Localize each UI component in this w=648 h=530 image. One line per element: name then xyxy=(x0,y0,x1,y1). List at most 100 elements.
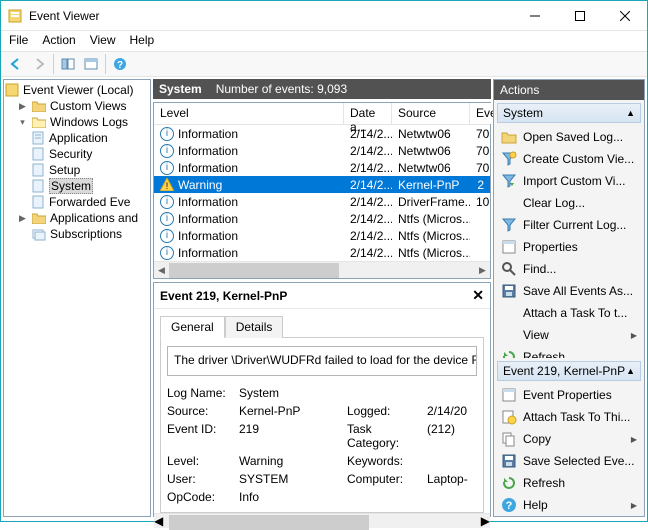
minimize-button[interactable] xyxy=(512,1,557,30)
col-source[interactable]: Source xyxy=(392,103,470,124)
grid-hscroll[interactable]: ◀ ▶ xyxy=(154,261,490,278)
collapse-icon[interactable]: ▲ xyxy=(626,366,635,376)
scroll-right-icon[interactable]: ▶ xyxy=(475,265,490,276)
action-filter-current-log[interactable]: Filter Current Log... xyxy=(496,214,642,236)
table-row[interactable]: iInformation2/14/2...Ntfs (Micros... xyxy=(154,210,490,227)
row-level: Warning xyxy=(178,178,222,192)
help-button[interactable]: ? xyxy=(109,53,131,75)
scroll-thumb[interactable] xyxy=(169,263,339,278)
actions-section-system[interactable]: System ▲ xyxy=(497,103,641,123)
copy-icon xyxy=(501,431,517,447)
tree-application[interactable]: Application xyxy=(30,130,150,146)
actions-section-event[interactable]: Event 219, Kernel-PnP ▲ xyxy=(497,361,641,381)
action-label: Properties xyxy=(523,240,578,254)
action-label: Event Properties xyxy=(523,388,612,402)
action-import-custom-vi[interactable]: Import Custom Vi... xyxy=(496,170,642,192)
action-save-all-events-as[interactable]: Save All Events As... xyxy=(496,280,642,302)
row-date: 2/14/2... xyxy=(344,195,392,209)
grid-body[interactable]: iInformation2/14/2...Netwtw0670iInformat… xyxy=(154,125,490,261)
center-pane: System Number of events: 9,093 Level Dat… xyxy=(153,79,491,517)
event-grid[interactable]: Level Date a... Source Even... iInformat… xyxy=(153,102,491,279)
tree-security[interactable]: Security xyxy=(30,146,150,162)
menu-file[interactable]: File xyxy=(9,33,28,49)
scroll-left-icon[interactable]: ◀ xyxy=(154,265,169,276)
row-source: DriverFrame... xyxy=(392,195,470,209)
table-row[interactable]: iInformation2/14/2...DriverFrame...101 xyxy=(154,193,490,210)
grid-header[interactable]: Level Date a... Source Even... xyxy=(154,103,490,125)
table-row[interactable]: iInformation2/14/2...Netwtw0670 xyxy=(154,142,490,159)
value-log-name: System xyxy=(239,386,347,400)
value-level: Warning xyxy=(239,454,347,468)
menu-action[interactable]: Action xyxy=(42,33,75,49)
action-properties[interactable]: Properties xyxy=(496,236,642,258)
action-save-selected-eve[interactable]: Save Selected Eve... xyxy=(496,450,642,472)
menu-help[interactable]: Help xyxy=(130,33,155,49)
back-button[interactable] xyxy=(5,53,27,75)
action-attach-task-to-thi[interactable]: Attach Task To Thi... xyxy=(496,406,642,428)
tree-system[interactable]: System xyxy=(30,178,150,194)
action-create-custom-vie[interactable]: Create Custom Vie... xyxy=(496,148,642,170)
row-event: 101 xyxy=(470,195,490,209)
close-button[interactable] xyxy=(602,1,647,30)
action-view[interactable]: View▶ xyxy=(496,324,642,346)
action-attach-a-task-to-t[interactable]: Attach a Task To t... xyxy=(496,302,642,324)
tree-windows-logs[interactable]: ▾ Windows Logs xyxy=(17,114,150,130)
log-icon xyxy=(30,178,46,194)
preview-hscroll[interactable]: ◀ ▶ xyxy=(154,513,490,528)
action-label: Open Saved Log... xyxy=(523,130,623,144)
table-row[interactable]: iInformation2/14/2...Ntfs (Micros... xyxy=(154,244,490,261)
scroll-right-icon[interactable]: ▶ xyxy=(481,514,490,528)
tree-subscriptions[interactable]: ▶ Subscriptions xyxy=(17,226,150,242)
navigation-tree[interactable]: Event Viewer (Local) ▶ Custom Views ▾ Wi… xyxy=(3,79,151,517)
collapse-icon[interactable]: ▲ xyxy=(626,108,635,118)
scroll-thumb[interactable] xyxy=(169,515,369,530)
tree-root[interactable]: Event Viewer (Local) xyxy=(4,82,150,98)
tree-custom-views[interactable]: ▶ Custom Views xyxy=(17,98,150,114)
show-hide-tree-button[interactable] xyxy=(57,53,79,75)
submenu-icon: ▶ xyxy=(631,501,637,510)
table-row[interactable]: !Warning2/14/2...Kernel-PnP2 xyxy=(154,176,490,193)
help-icon: ? xyxy=(501,497,517,513)
label-source: Source: xyxy=(167,404,239,418)
actions-pane: Actions System ▲ Open Saved Log...Create… xyxy=(493,79,645,517)
menu-view[interactable]: View xyxy=(90,33,116,49)
expand-icon[interactable]: ▶ xyxy=(17,101,28,112)
scroll-left-icon[interactable]: ◀ xyxy=(154,514,163,528)
tab-details[interactable]: Details xyxy=(225,316,284,338)
preview-close-button[interactable]: ✕ xyxy=(472,287,484,304)
find-icon xyxy=(501,261,517,277)
action-help[interactable]: ?Help▶ xyxy=(496,494,642,516)
collapse-icon[interactable]: ▾ xyxy=(17,117,28,128)
tab-general[interactable]: General xyxy=(160,316,225,338)
expand-icon[interactable]: ▶ xyxy=(17,213,28,224)
event-properties: Log Name: System Source: Kernel-PnP Logg… xyxy=(167,386,477,504)
action-copy[interactable]: Copy▶ xyxy=(496,428,642,450)
action-event-properties[interactable]: Event Properties xyxy=(496,384,642,406)
task-icon xyxy=(501,409,517,425)
filter-button[interactable] xyxy=(80,53,102,75)
table-row[interactable]: iInformation2/14/2...Netwtw0670 xyxy=(154,159,490,176)
value-computer: Laptop- xyxy=(427,472,487,486)
tree-forwarded[interactable]: Forwarded Eve xyxy=(30,194,150,210)
value-user: SYSTEM xyxy=(239,472,347,486)
tree-setup[interactable]: Setup xyxy=(30,162,150,178)
action-clear-log[interactable]: Clear Log... xyxy=(496,192,642,214)
action-find[interactable]: Find... xyxy=(496,258,642,280)
table-row[interactable]: iInformation2/14/2...Ntfs (Micros... xyxy=(154,227,490,244)
tree-apps-services[interactable]: ▶ Applications and xyxy=(17,210,150,226)
action-open-saved-log[interactable]: Open Saved Log... xyxy=(496,126,642,148)
submenu-icon: ▶ xyxy=(631,331,637,340)
action-refresh[interactable]: Refresh xyxy=(496,472,642,494)
row-date: 2/14/2... xyxy=(344,178,392,192)
col-date[interactable]: Date a... xyxy=(344,103,392,124)
action-label: Find... xyxy=(523,262,556,276)
table-row[interactable]: iInformation2/14/2...Netwtw0670 xyxy=(154,125,490,142)
forward-button[interactable] xyxy=(28,53,50,75)
col-level[interactable]: Level xyxy=(154,103,344,124)
row-date: 2/14/2... xyxy=(344,212,392,226)
maximize-button[interactable] xyxy=(557,1,602,30)
information-icon: i xyxy=(160,127,174,141)
action-refresh[interactable]: Refresh xyxy=(496,346,642,358)
action-label: Filter Current Log... xyxy=(523,218,626,232)
props-icon xyxy=(501,387,517,403)
